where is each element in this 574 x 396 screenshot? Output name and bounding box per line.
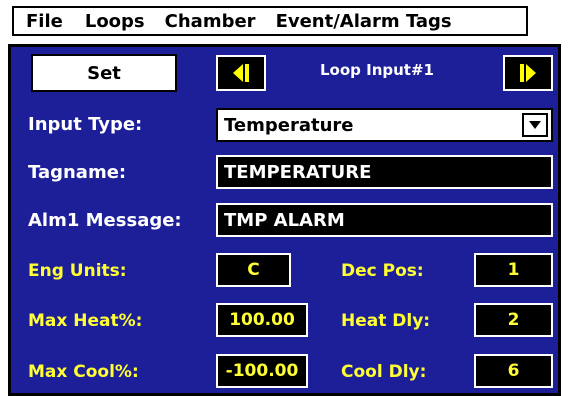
input-type-select[interactable]: Temperature — [216, 108, 553, 142]
heat-dly-field[interactable]: 2 — [474, 303, 553, 337]
cool-dly-field[interactable]: 6 — [474, 354, 553, 388]
step-back-icon — [233, 64, 249, 82]
dec-pos-label: Dec Pos: — [341, 261, 424, 281]
menu-file[interactable]: File — [26, 11, 63, 32]
max-heat-field[interactable]: 100.00 — [216, 303, 308, 337]
alm1-message-field[interactable]: TMP ALARM — [216, 203, 553, 237]
menu-loops[interactable]: Loops — [85, 11, 145, 32]
eng-units-label: Eng Units: — [28, 261, 127, 281]
loop-title: Loop Input#1 — [320, 61, 434, 79]
max-cool-label: Max Cool%: — [28, 362, 139, 382]
tagname-field[interactable]: TEMPERATURE — [216, 155, 553, 189]
eng-units-field[interactable]: C — [216, 253, 291, 287]
step-forward-icon — [520, 64, 536, 82]
dec-pos-field[interactable]: 1 — [474, 253, 553, 287]
heat-dly-label: Heat Dly: — [341, 311, 431, 331]
input-type-value: Temperature — [224, 114, 354, 136]
input-type-label: Input Type: — [28, 114, 143, 135]
dropdown-arrow-icon[interactable] — [522, 113, 548, 137]
menu-bar: File Loops Chamber Event/Alarm Tags — [12, 6, 528, 36]
prev-loop-button[interactable] — [216, 55, 266, 91]
menu-chamber[interactable]: Chamber — [165, 11, 256, 32]
alm1-message-label: Alm1 Message: — [28, 210, 182, 231]
max-heat-label: Max Heat%: — [28, 311, 143, 331]
menu-event-alarm-tags[interactable]: Event/Alarm Tags — [276, 11, 452, 32]
loop-input-panel: Set Loop Input#1 Input Type: Temperature… — [8, 44, 561, 396]
set-button[interactable]: Set — [31, 54, 177, 92]
cool-dly-label: Cool Dly: — [341, 362, 427, 382]
tagname-label: Tagname: — [28, 162, 127, 183]
set-button-label: Set — [87, 62, 121, 84]
next-loop-button[interactable] — [503, 55, 553, 91]
max-cool-field[interactable]: -100.00 — [216, 354, 308, 388]
